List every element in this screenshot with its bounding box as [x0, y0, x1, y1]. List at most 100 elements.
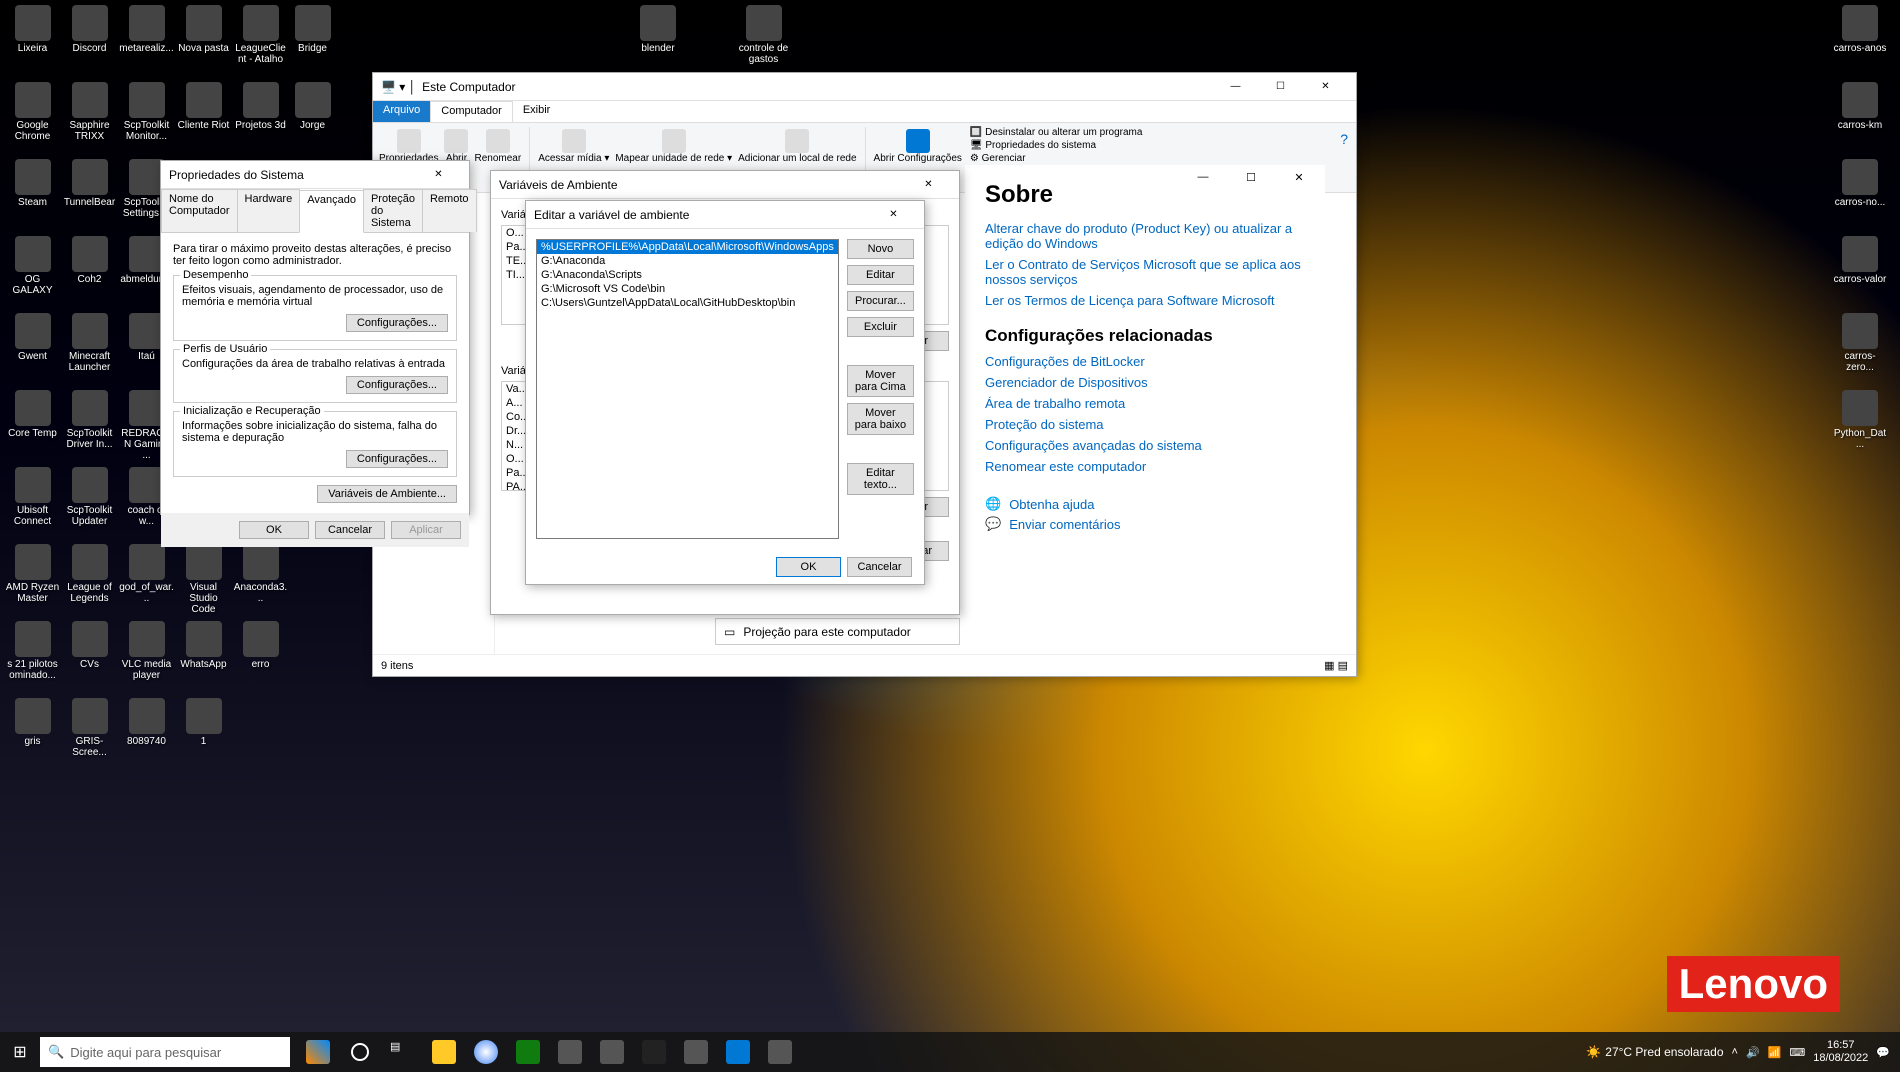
desktop-icon[interactable]: Gwent [5, 313, 60, 388]
task-app1[interactable] [550, 1032, 590, 1072]
minimize-button[interactable]: — [1213, 73, 1258, 101]
editenv-ok[interactable]: OK [776, 557, 841, 577]
maximize-button[interactable]: ☐ [1258, 73, 1303, 101]
start-button[interactable]: ⊞ [0, 1032, 40, 1072]
desktop-icon[interactable]: Discord [62, 5, 117, 80]
desktop-icon[interactable]: WhatsApp [176, 621, 231, 696]
path-item[interactable]: G:\Anaconda\Scripts [537, 268, 838, 282]
desktop-icon[interactable]: Lixeira [5, 5, 60, 80]
related-link[interactable]: Renomear este computador [985, 459, 1305, 474]
desktop-icon[interactable]: Projetos 3d [233, 82, 288, 157]
tab-exibir[interactable]: Exibir [513, 101, 561, 122]
editenv-editar[interactable]: Editar [847, 265, 914, 285]
desktop-icon[interactable]: gris [5, 698, 60, 773]
tab-computador[interactable]: Computador [430, 101, 513, 122]
ribbon-gerenciar[interactable]: ⚙ Gerenciar [970, 153, 1143, 164]
task-terminal[interactable] [634, 1032, 674, 1072]
help-link[interactable]: 🌐Obtenha ajuda [985, 496, 1305, 512]
startup-config-button[interactable]: Configurações... [346, 450, 448, 468]
tray-up-icon[interactable]: ˄ [1732, 1046, 1738, 1058]
ribbon-props-sistema[interactable]: 🖥 Propriedades do sistema [970, 140, 1143, 151]
desktop-icon[interactable]: Google Chrome [5, 82, 60, 157]
task-app3[interactable] [676, 1032, 716, 1072]
settings-minimize[interactable]: — [1183, 171, 1223, 184]
settings-link[interactable]: Ler o Contrato de Serviços Microsoft que… [985, 257, 1305, 287]
desktop-icon[interactable]: Nova pasta [176, 5, 231, 80]
envvars-close[interactable]: ✕ [906, 171, 951, 199]
ribbon-desinstalar[interactable]: 🔲 Desinstalar ou alterar um programa [970, 127, 1143, 138]
path-item[interactable]: G:\Anaconda [537, 254, 838, 268]
envvars-button[interactable]: Variáveis de Ambiente... [317, 485, 457, 503]
editenv-close[interactable]: ✕ [871, 201, 916, 229]
editenv-cancel[interactable]: Cancelar [847, 557, 912, 577]
editenv-titlebar[interactable]: Editar a variável de ambiente ✕ [526, 201, 924, 229]
profiles-config-button[interactable]: Configurações... [346, 376, 448, 394]
editenv-procurar[interactable]: Procurar... [847, 291, 914, 311]
settings-link[interactable]: Alterar chave do produto (Product Key) o… [985, 221, 1305, 251]
settings-link[interactable]: Ler os Termos de Licença para Software M… [985, 293, 1305, 308]
task-cortana[interactable] [340, 1032, 380, 1072]
desktop-icon[interactable]: god_of_war... [119, 544, 174, 619]
editenv-mover-baixo[interactable]: Mover para baixo [847, 403, 914, 435]
desktop-icon[interactable]: carros-valor [1830, 236, 1890, 311]
desktop-icon[interactable]: carros-anos [1830, 5, 1890, 80]
tray-lang-icon[interactable]: ⌨ [1789, 1046, 1805, 1059]
path-item[interactable]: G:\Microsoft VS Code\bin [537, 282, 838, 296]
desktop-icon[interactable]: carros-no... [1830, 159, 1890, 234]
related-link[interactable]: Configurações de BitLocker [985, 354, 1305, 369]
desktop-icon[interactable]: ScpToolkit Updater [62, 467, 117, 542]
tray-sound-icon[interactable]: 🔊 [1746, 1046, 1760, 1059]
desktop-icon[interactable]: VLC media player [119, 621, 174, 696]
desktop-icon[interactable]: erro [233, 621, 288, 696]
desktop-icon[interactable]: controle de gastos [736, 5, 791, 65]
task-settings[interactable] [718, 1032, 758, 1072]
tray-wifi-icon[interactable]: 📶 [1768, 1046, 1782, 1059]
sysprops-close[interactable]: ✕ [416, 161, 461, 189]
sysprops-tab[interactable]: Proteção do Sistema [363, 189, 423, 232]
feedback-link[interactable]: 💬Enviar comentários [985, 516, 1305, 532]
projection-bar[interactable]: ▭ Projeção para este computador [715, 618, 960, 645]
desktop-icon[interactable]: GRIS-Scree... [62, 698, 117, 773]
weather-widget[interactable]: ☀️ 27°C Pred ensolarado [1586, 1045, 1723, 1059]
editenv-editar-texto[interactable]: Editar texto... [847, 463, 914, 495]
desktop-icon[interactable]: Python_Dat... [1830, 390, 1890, 465]
desktop-icon[interactable]: ScpToolkit Monitor... [119, 82, 174, 157]
help-icon[interactable]: ? [1336, 127, 1352, 188]
desktop-icon[interactable]: Bridge [285, 5, 340, 80]
desktop-icon[interactable]: OG GALAXY [5, 236, 60, 311]
task-chrome[interactable] [466, 1032, 506, 1072]
desktop-icon[interactable]: Core Temp [5, 390, 60, 465]
sysprops-tab[interactable]: Avançado [299, 190, 364, 233]
settings-maximize[interactable]: ☐ [1231, 171, 1271, 184]
desktop-icon[interactable]: carros-km [1830, 82, 1890, 157]
desktop-icon[interactable]: s 21 pilotos ominado... [5, 621, 60, 696]
settings-close[interactable]: ✕ [1279, 171, 1319, 184]
desktop-icon[interactable]: Cliente Riot [176, 82, 231, 157]
task-app2[interactable] [592, 1032, 632, 1072]
task-xbox[interactable] [508, 1032, 548, 1072]
desktop-icon[interactable]: 8089740 [119, 698, 174, 773]
sysprops-ok[interactable]: OK [239, 521, 309, 539]
desktop-icon[interactable]: AMD Ryzen Master [5, 544, 60, 619]
desktop-icon[interactable]: carros-zero... [1830, 313, 1890, 388]
desktop-icon[interactable]: LeagueClient - Atalho [233, 5, 288, 80]
explorer-titlebar[interactable]: 🖥️ ▾ │ Este Computador — ☐ ✕ [373, 73, 1356, 101]
desktop-icon[interactable]: Coh2 [62, 236, 117, 311]
close-button[interactable]: ✕ [1303, 73, 1348, 101]
task-taskview[interactable]: ▤ [382, 1032, 422, 1072]
desktop-icon[interactable]: CVs [62, 621, 117, 696]
desktop-icon[interactable]: Anaconda3... [233, 544, 288, 619]
related-link[interactable]: Configurações avançadas do sistema [985, 438, 1305, 453]
taskbar-clock[interactable]: 16:57 18/08/2022 [1813, 1039, 1868, 1065]
desktop-icon[interactable]: Jorge [285, 82, 340, 157]
desktop-icon[interactable]: TunnelBear [62, 159, 117, 234]
notifications-icon[interactable]: 💬 [1876, 1046, 1890, 1059]
sysprops-tab[interactable]: Hardware [237, 189, 301, 232]
taskbar-search[interactable]: 🔍 Digite aqui para pesquisar [40, 1037, 290, 1067]
desktop-icon[interactable]: 1 [176, 698, 231, 773]
sysprops-titlebar[interactable]: Propriedades do Sistema ✕ [161, 161, 469, 189]
view-icons[interactable]: ▦ ▤ [1324, 659, 1348, 672]
desktop-icon[interactable]: League of Legends [62, 544, 117, 619]
desktop-icon[interactable]: Steam [5, 159, 60, 234]
tab-arquivo[interactable]: Arquivo [373, 101, 430, 122]
